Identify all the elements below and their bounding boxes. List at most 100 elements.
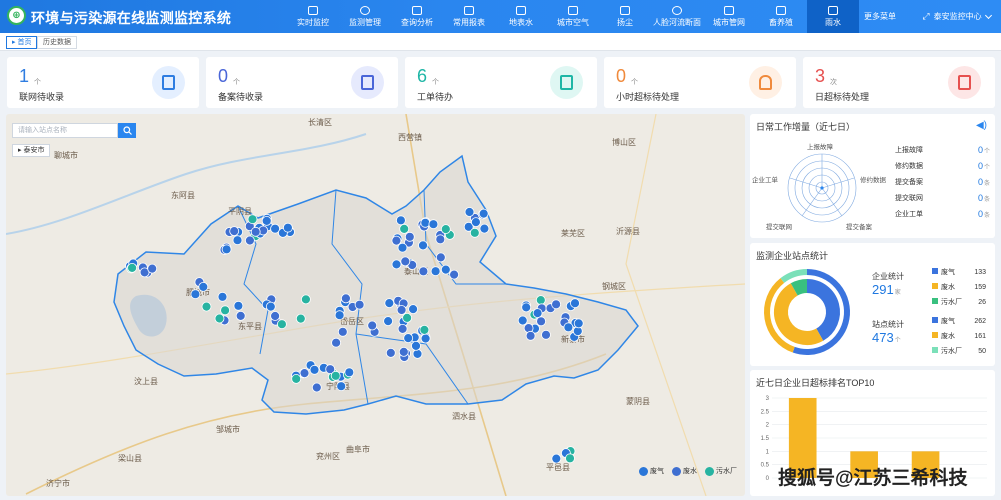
- station-marker[interactable]: [535, 295, 546, 306]
- station-map[interactable]: 聊城市长清区西营镇莱芜区博山区平阴县东阿县东平县肥城市岱岳区泰山区新泰市宁阳县汶…: [6, 114, 745, 496]
- station-marker[interactable]: [232, 235, 243, 246]
- station-marker[interactable]: [270, 311, 281, 321]
- tab-home[interactable]: ▸ 首页: [6, 36, 38, 49]
- station-marker[interactable]: [383, 316, 394, 327]
- station-marker[interactable]: [408, 304, 419, 315]
- nav-realtime-monitor[interactable]: 实时监控: [287, 0, 339, 33]
- station-marker[interactable]: [435, 234, 446, 245]
- station-marker[interactable]: [201, 301, 212, 312]
- station-marker[interactable]: [337, 326, 348, 337]
- station-marker[interactable]: [565, 453, 575, 464]
- station-marker[interactable]: [419, 324, 430, 335]
- station-marker[interactable]: [217, 291, 228, 302]
- station-marker[interactable]: [291, 373, 302, 384]
- city-filter-tag[interactable]: ▸ 泰安市: [12, 144, 51, 157]
- nav-surface-water[interactable]: 地表水: [495, 0, 547, 33]
- station-marker[interactable]: [344, 367, 355, 378]
- tab-history[interactable]: 历史数据: [37, 36, 77, 49]
- station-marker[interactable]: [300, 294, 311, 305]
- station-marker[interactable]: [470, 217, 481, 227]
- station-marker[interactable]: [521, 302, 532, 313]
- station-marker[interactable]: [469, 227, 480, 238]
- nav-query-analysis[interactable]: 查询分析: [391, 0, 443, 33]
- station-marker[interactable]: [449, 269, 460, 280]
- station-marker[interactable]: [190, 289, 201, 300]
- station-marker[interactable]: [418, 266, 429, 277]
- station-marker[interactable]: [384, 298, 395, 309]
- station-marker[interactable]: [396, 305, 407, 315]
- map-canvas[interactable]: 聊城市长清区西营镇莱芜区博山区平阴县东阿县东平县肥城市岱岳区泰山区新泰市宁阳县汶…: [6, 114, 745, 496]
- station-marker[interactable]: [563, 322, 574, 333]
- station-marker[interactable]: [276, 319, 287, 330]
- stat-card-daily-exceed[interactable]: 3 次 日超标待处理: [803, 57, 995, 108]
- station-marker[interactable]: [220, 305, 231, 316]
- station-marker[interactable]: [402, 312, 413, 323]
- station-marker[interactable]: [244, 235, 255, 246]
- station-marker[interactable]: [464, 207, 475, 217]
- monitor-center-dropdown[interactable]: ⤢ 泰安监控中心: [912, 0, 1001, 33]
- station-marker[interactable]: [198, 281, 209, 292]
- station-marker[interactable]: [400, 256, 411, 267]
- station-marker[interactable]: [299, 368, 310, 379]
- station-marker[interactable]: [395, 215, 406, 226]
- nav-pipe-network[interactable]: 城市管网: [703, 0, 755, 33]
- nav-livestock[interactable]: 畜养殖: [755, 0, 807, 33]
- station-marker[interactable]: [309, 364, 320, 375]
- station-marker[interactable]: [250, 226, 261, 237]
- station-marker[interactable]: [391, 235, 402, 246]
- station-marker[interactable]: [573, 318, 584, 329]
- station-marker[interactable]: [430, 266, 441, 277]
- station-marker[interactable]: [235, 310, 246, 321]
- station-marker[interactable]: [214, 313, 225, 324]
- legend-gas[interactable]: 废气: [639, 466, 664, 476]
- search-button[interactable]: [118, 123, 136, 138]
- station-marker[interactable]: [354, 299, 365, 310]
- station-marker[interactable]: [478, 208, 489, 219]
- station-marker[interactable]: [420, 217, 431, 228]
- station-marker[interactable]: [311, 382, 322, 393]
- station-marker[interactable]: [397, 323, 408, 334]
- station-marker[interactable]: [282, 222, 293, 233]
- nav-river-section[interactable]: 人脸河流断面: [651, 0, 703, 33]
- nav-monitor-manage[interactable]: 监测管理: [339, 0, 391, 33]
- station-marker[interactable]: [334, 310, 345, 321]
- station-marker[interactable]: [440, 264, 451, 275]
- station-search-input[interactable]: 请输入站点名称: [12, 123, 118, 138]
- speaker-icon[interactable]: ◀): [976, 120, 987, 131]
- station-marker[interactable]: [391, 259, 402, 270]
- more-menu-button[interactable]: 更多菜单: [852, 0, 908, 33]
- station-marker[interactable]: [265, 301, 276, 312]
- station-marker[interactable]: [532, 308, 543, 319]
- legend-water[interactable]: 废水: [672, 466, 697, 476]
- station-marker[interactable]: [541, 329, 551, 340]
- nav-dust[interactable]: 扬尘: [599, 0, 651, 33]
- stat-card-network-pending[interactable]: 1 个 联网待收录: [7, 57, 199, 108]
- station-marker[interactable]: [551, 453, 562, 464]
- station-marker[interactable]: [536, 316, 546, 327]
- station-marker[interactable]: [570, 298, 580, 309]
- station-marker[interactable]: [517, 315, 528, 326]
- station-marker[interactable]: [295, 313, 306, 324]
- station-marker[interactable]: [420, 333, 431, 344]
- station-marker[interactable]: [404, 231, 415, 242]
- station-marker[interactable]: [551, 299, 561, 310]
- station-marker[interactable]: [440, 224, 451, 234]
- station-marker[interactable]: [229, 226, 240, 236]
- station-marker[interactable]: [147, 263, 158, 274]
- station-marker[interactable]: [261, 216, 272, 226]
- station-marker[interactable]: [411, 340, 421, 351]
- station-marker[interactable]: [367, 320, 378, 331]
- station-marker[interactable]: [247, 214, 258, 225]
- station-marker[interactable]: [525, 330, 536, 341]
- station-marker[interactable]: [479, 223, 490, 234]
- station-marker[interactable]: [331, 337, 342, 348]
- station-marker[interactable]: [336, 381, 347, 392]
- station-marker[interactable]: [233, 300, 244, 311]
- stat-card-hourly-exceed[interactable]: 0 个 小时超标待处理: [604, 57, 796, 108]
- station-marker[interactable]: [399, 224, 410, 234]
- station-marker[interactable]: [412, 348, 423, 359]
- station-marker[interactable]: [340, 293, 351, 304]
- station-marker[interactable]: [428, 219, 439, 230]
- legend-plant[interactable]: 污水厂: [705, 466, 737, 476]
- stat-card-work-order[interactable]: 6 个 工单待办: [405, 57, 597, 108]
